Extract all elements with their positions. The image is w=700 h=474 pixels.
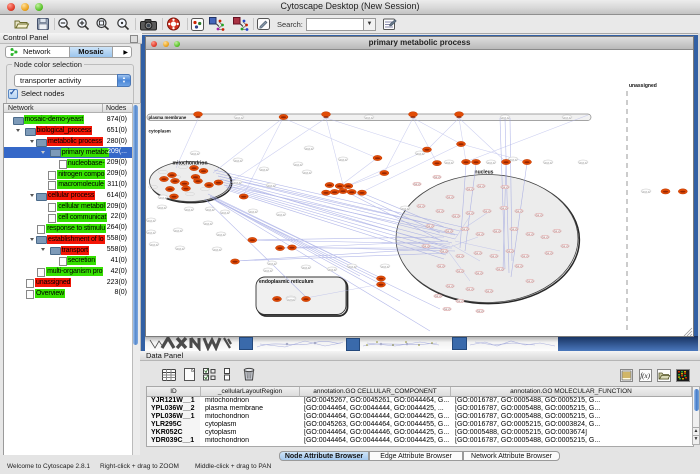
svg-text:(xx x): (xx x) bbox=[522, 254, 529, 258]
svg-text:(xxx x): (xxx x) bbox=[176, 246, 185, 250]
svg-text:(xxx x): (xxx x) bbox=[268, 261, 277, 265]
svg-text:(xxx x): (xxx x) bbox=[234, 158, 243, 162]
svg-text:(xx x): (xx x) bbox=[477, 309, 484, 313]
svg-text:(xx x): (xx x) bbox=[427, 224, 434, 228]
svg-text:(xx x): (xx x) bbox=[423, 244, 430, 248]
svg-text:(xx x): (xx x) bbox=[414, 182, 421, 186]
svg-text:(xxx x): (xxx x) bbox=[260, 167, 269, 171]
svg-text:unassigned: unassigned bbox=[629, 83, 657, 89]
svg-text:plasma membrane: plasma membrane bbox=[149, 115, 187, 120]
svg-text:(xxx x): (xxx x) bbox=[158, 205, 167, 209]
svg-text:(xx x): (xx x) bbox=[453, 214, 460, 218]
svg-text:(xxx x): (xxx x) bbox=[563, 115, 572, 119]
svg-text:(xx x): (xx x) bbox=[462, 227, 469, 231]
svg-text:(xx x): (xx x) bbox=[527, 279, 534, 283]
svg-text:(xxx x): (xxx x) bbox=[267, 183, 276, 187]
svg-text:(xx x): (xx x) bbox=[457, 269, 464, 273]
svg-text:(xx x): (xx x) bbox=[497, 267, 504, 271]
svg-text:(xxx x): (xxx x) bbox=[365, 115, 374, 119]
svg-text:(xx x): (xx x) bbox=[447, 195, 454, 199]
svg-text:(xx x): (xx x) bbox=[434, 175, 441, 179]
svg-text:nucleus: nucleus bbox=[475, 170, 494, 176]
svg-text:(xxx x): (xxx x) bbox=[191, 151, 200, 155]
svg-text:(xx x): (xx x) bbox=[502, 185, 509, 189]
svg-text:(xx x): (xx x) bbox=[486, 289, 493, 293]
svg-text:(xx x): (xx x) bbox=[536, 213, 543, 217]
svg-text:(xxx x): (xxx x) bbox=[487, 160, 496, 164]
svg-text:(xxx x): (xxx x) bbox=[264, 268, 273, 272]
svg-text:(xx x): (xx x) bbox=[467, 287, 474, 291]
svg-text:(xxx x): (xxx x) bbox=[416, 151, 425, 155]
svg-text:(xx x): (xx x) bbox=[477, 232, 484, 236]
svg-text:(xx x): (xx x) bbox=[475, 251, 482, 255]
svg-text:(xxx x): (xxx x) bbox=[305, 146, 314, 150]
svg-text:(xxx x): (xxx x) bbox=[348, 264, 357, 268]
svg-text:(xxx x): (xxx x) bbox=[579, 160, 588, 164]
svg-text:(xx x): (xx x) bbox=[444, 307, 451, 311]
svg-text:(xxx x): (xxx x) bbox=[445, 160, 454, 164]
svg-text:(xxxx): (xxxx) bbox=[287, 297, 295, 301]
svg-text:(xxx x): (xxx x) bbox=[204, 221, 213, 225]
svg-text:(xx x): (xx x) bbox=[511, 227, 518, 231]
svg-text:(xx x): (xx x) bbox=[527, 232, 534, 236]
svg-text:(xx x): (xx x) bbox=[501, 206, 508, 210]
svg-text:(xx x): (xx x) bbox=[457, 299, 464, 303]
svg-text:(xxx x): (xxx x) bbox=[206, 207, 215, 211]
svg-text:(xxx x): (xxx x) bbox=[339, 157, 348, 161]
svg-text:(xxx x): (xxx x) bbox=[401, 206, 410, 210]
svg-text:(xxx x): (xxx x) bbox=[233, 180, 242, 184]
svg-text:(xx x): (xx x) bbox=[484, 209, 491, 213]
svg-text:(xxx x): (xxx x) bbox=[235, 115, 244, 119]
svg-text:(xxx x): (xxx x) bbox=[302, 265, 311, 269]
svg-text:(xxx x): (xxx x) bbox=[147, 230, 156, 234]
svg-text:(xx x): (xx x) bbox=[435, 294, 442, 298]
svg-text:(xx x): (xx x) bbox=[467, 187, 474, 191]
svg-text:(xx x): (xx x) bbox=[418, 204, 425, 208]
svg-text:(xxx x): (xxx x) bbox=[174, 228, 183, 232]
svg-text:(xx x): (xx x) bbox=[562, 244, 569, 248]
svg-text:(xxx x): (xxx x) bbox=[185, 207, 194, 211]
svg-text:(xx x): (xx x) bbox=[507, 249, 514, 253]
svg-text:(xx x): (xx x) bbox=[554, 229, 561, 233]
svg-text:(xxx x): (xxx x) bbox=[221, 210, 230, 214]
svg-text:(xx x): (xx x) bbox=[476, 271, 483, 275]
svg-text:(xxx x): (xxx x) bbox=[328, 267, 337, 271]
svg-text:(xx x): (xx x) bbox=[516, 264, 523, 268]
svg-text:(xx x): (xx x) bbox=[437, 209, 444, 213]
svg-text:(xxx x): (xxx x) bbox=[303, 170, 312, 174]
svg-text:(xxx x): (xxx x) bbox=[642, 189, 651, 193]
svg-text:(xx x): (xx x) bbox=[438, 264, 445, 268]
svg-text:(xxx x): (xxx x) bbox=[501, 115, 510, 119]
svg-text:(xx x): (xx x) bbox=[494, 229, 501, 233]
svg-text:f(x): f(x) bbox=[640, 372, 650, 380]
svg-text:(xx x): (xx x) bbox=[447, 284, 454, 288]
svg-text:(xx x): (xx x) bbox=[478, 184, 485, 188]
svg-text:(xxx x): (xxx x) bbox=[217, 232, 226, 236]
svg-text:(xxx x): (xxx x) bbox=[544, 160, 553, 164]
svg-text:(xxx x): (xxx x) bbox=[147, 218, 156, 222]
svg-text:endoplasmic reticulum: endoplasmic reticulum bbox=[259, 279, 314, 285]
svg-text:(xx x): (xx x) bbox=[516, 209, 523, 213]
svg-text:(xx x): (xx x) bbox=[467, 211, 474, 215]
svg-text:(xx x): (xx x) bbox=[542, 235, 549, 239]
svg-text:(xx x): (xx x) bbox=[491, 254, 498, 258]
svg-text:(xxx x): (xxx x) bbox=[150, 242, 159, 246]
svg-text:cytoplasm: cytoplasm bbox=[149, 129, 171, 134]
svg-text:(xx x): (xx x) bbox=[546, 251, 553, 255]
svg-text:(xxx x): (xxx x) bbox=[277, 212, 286, 216]
svg-text:(xxx x): (xxx x) bbox=[294, 162, 303, 166]
svg-text:(xx x): (xx x) bbox=[446, 229, 453, 233]
svg-text:(xxx x): (xxx x) bbox=[381, 264, 390, 268]
svg-text:(xxx x): (xxx x) bbox=[249, 209, 258, 213]
svg-text:(xx x): (xx x) bbox=[441, 249, 448, 253]
svg-text:(xxx x): (xxx x) bbox=[159, 195, 168, 199]
svg-text:(xxx x): (xxx x) bbox=[213, 247, 222, 251]
svg-text:(xx x): (xx x) bbox=[457, 254, 464, 258]
